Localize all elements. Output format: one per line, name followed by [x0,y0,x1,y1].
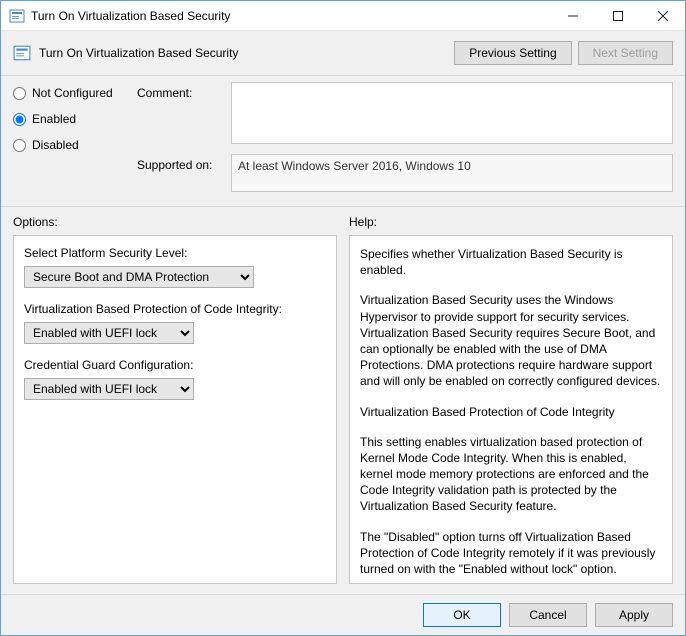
help-text: The "Disabled" option turns off Virtuali… [360,529,662,578]
radio-enabled[interactable]: Enabled [13,112,133,126]
radio-not-configured[interactable]: Not Configured [13,86,133,100]
radio-label: Enabled [32,112,76,126]
radio-label: Not Configured [32,86,113,100]
previous-setting-button[interactable]: Previous Setting [454,41,571,65]
help-text: Specifies whether Virtualization Based S… [360,246,662,278]
help-column: Help: Specifies whether Virtualization B… [349,215,673,584]
meta-section: Not Configured Enabled Disabled Comment:… [1,76,685,207]
ok-button[interactable]: OK [423,603,501,627]
supported-on-label: Supported on: [137,154,227,172]
cancel-button[interactable]: Cancel [509,603,587,627]
header-bar: Turn On Virtualization Based Security Pr… [1,31,685,76]
radio-not-configured-input[interactable] [13,87,26,100]
radio-enabled-input[interactable] [13,113,26,126]
help-text: This setting enables virtualization base… [360,434,662,515]
body-section: Options: Select Platform Security Level:… [1,207,685,594]
help-text: Virtualization Based Protection of Code … [360,404,662,420]
minimize-button[interactable] [550,1,595,30]
header-title: Turn On Virtualization Based Security [39,46,454,60]
supported-on-value: At least Windows Server 2016, Windows 10 [231,154,673,192]
policy-icon [9,8,25,24]
comment-label: Comment: [137,82,227,144]
policy-icon [13,44,31,62]
comment-textarea[interactable] [231,82,673,144]
vbpci-select[interactable]: Enabled with UEFI lock [24,322,194,344]
credential-guard-select[interactable]: Enabled with UEFI lock [24,378,194,400]
dialog-window: Turn On Virtualization Based Security Tu… [0,0,686,636]
close-button[interactable] [640,1,685,30]
radio-disabled-input[interactable] [13,139,26,152]
titlebar: Turn On Virtualization Based Security [1,1,685,31]
help-header: Help: [349,215,673,229]
state-radio-group: Not Configured Enabled Disabled [13,82,133,192]
help-text: Virtualization Based Security uses the W… [360,292,662,389]
vbpci-label: Virtualization Based Protection of Code … [24,302,326,316]
help-panel[interactable]: Specifies whether Virtualization Based S… [349,235,673,584]
credential-guard-label: Credential Guard Configuration: [24,358,326,372]
options-column: Options: Select Platform Security Level:… [13,215,337,584]
platform-security-select[interactable]: Secure Boot and DMA Protection [24,266,254,288]
next-setting-button[interactable]: Next Setting [578,41,673,65]
radio-disabled[interactable]: Disabled [13,138,133,152]
footer: OK Cancel Apply [1,594,685,635]
radio-label: Disabled [32,138,79,152]
platform-security-label: Select Platform Security Level: [24,246,326,260]
options-panel: Select Platform Security Level: Secure B… [13,235,337,584]
window-buttons [550,1,685,30]
apply-button[interactable]: Apply [595,603,673,627]
window-title: Turn On Virtualization Based Security [31,9,550,23]
options-header: Options: [13,215,337,229]
maximize-button[interactable] [595,1,640,30]
